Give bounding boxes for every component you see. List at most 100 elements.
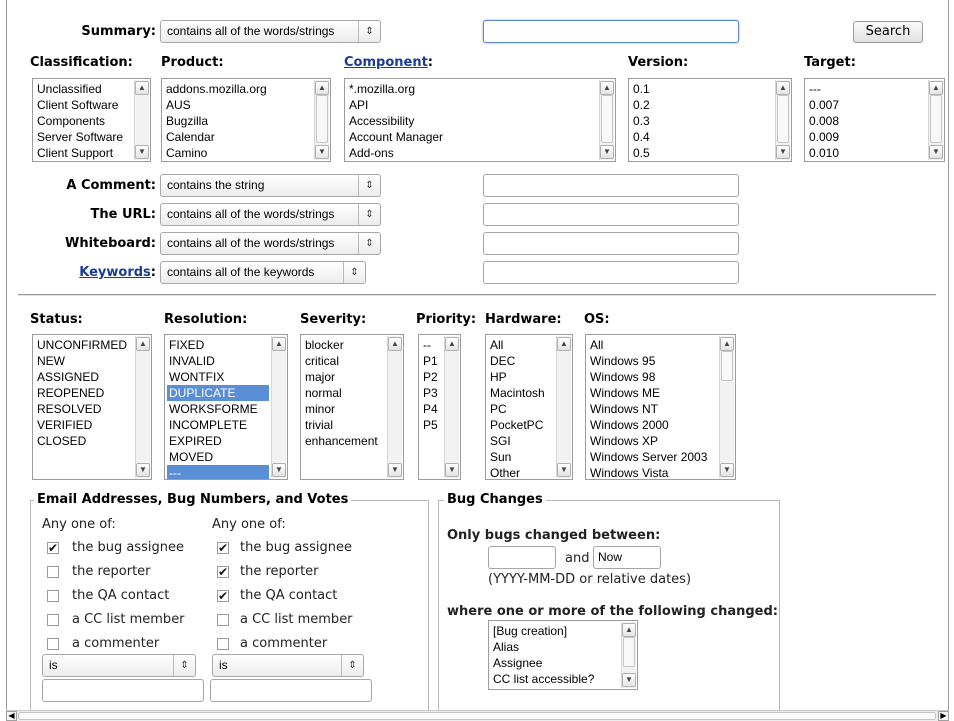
scroll-down-icon[interactable]: ▼ — [557, 463, 571, 477]
listbox-option[interactable]: --- — [167, 465, 269, 479]
scroll-thumb[interactable] — [623, 637, 635, 667]
listbox-scrollbar[interactable]: ▲ ▼ — [135, 336, 150, 478]
changed-to-input[interactable]: Now — [593, 546, 661, 569]
classification-listbox[interactable]: Unclassified Client Software Components Ser… — [32, 78, 151, 162]
checkbox[interactable]: ✔ — [47, 542, 59, 554]
listbox-option[interactable]: Alias — [491, 639, 619, 655]
scroll-down-icon[interactable]: ▼ — [600, 145, 614, 159]
listbox-option[interactable]: Windows XP — [588, 433, 717, 449]
scroll-up-icon[interactable]: ▲ — [136, 337, 150, 351]
scroll-up-icon[interactable]: ▲ — [776, 81, 790, 95]
listbox-option[interactable]: SGI — [488, 433, 554, 449]
scroll-thumb[interactable] — [777, 95, 789, 143]
listbox-option[interactable]: 0.008 — [807, 113, 926, 129]
checkbox[interactable]: ✔ — [217, 590, 229, 602]
listbox-option[interactable]: MOVED — [167, 449, 269, 465]
comment-operator-select[interactable]: contains the string ⇕ — [160, 174, 381, 197]
listbox-option[interactable]: Windows 95 — [588, 353, 717, 369]
listbox-option[interactable]: Components — [35, 113, 132, 129]
version-listbox[interactable]: 0.1 0.2 0.3 0.4 0.5 ▲ ▼ — [628, 78, 792, 162]
listbox-option[interactable]: normal — [303, 385, 385, 401]
scroll-down-icon[interactable]: ▼ — [388, 463, 402, 477]
listbox-option[interactable]: All — [588, 337, 717, 353]
listbox-scrollbar[interactable]: ▲ ▼ — [271, 336, 286, 478]
changed-from-input[interactable] — [488, 546, 556, 569]
listbox-option[interactable]: WONTFIX — [167, 369, 269, 385]
keywords-input[interactable] — [483, 261, 739, 284]
listbox-option[interactable]: Calendar — [164, 129, 312, 145]
summary-input[interactable] — [483, 20, 739, 43]
listbox-scrollbar[interactable]: ▲ ▼ — [621, 622, 636, 688]
scroll-up-icon[interactable]: ▲ — [557, 337, 571, 351]
scroll-down-icon[interactable]: ▼ — [136, 463, 150, 477]
checkbox[interactable]: ✔ — [217, 542, 229, 554]
listbox-scrollbar[interactable]: ▲ ▼ — [719, 336, 734, 478]
listbox-scrollbar[interactable]: ▲ ▼ — [387, 336, 402, 478]
listbox-option[interactable]: Windows ME — [588, 385, 717, 401]
listbox-option[interactable]: Assignee — [491, 655, 619, 671]
listbox-option[interactable]: 0.009 — [807, 129, 926, 145]
checkbox-label[interactable]: a commenter — [72, 636, 159, 651]
listbox-option[interactable]: Client Software — [35, 97, 132, 113]
scroll-down-icon[interactable]: ▼ — [272, 463, 286, 477]
listbox-option[interactable]: WORKSFORME — [167, 401, 269, 417]
url-input[interactable] — [483, 203, 739, 226]
checkbox[interactable] — [47, 566, 59, 578]
listbox-option[interactable]: Windows NT — [588, 401, 717, 417]
scroll-up-icon[interactable]: ▲ — [388, 337, 402, 351]
listbox-scrollbar[interactable]: ▲ ▼ — [599, 80, 614, 160]
listbox-option[interactable]: Macintosh — [488, 385, 554, 401]
listbox-option[interactable]: [Bug creation] — [491, 623, 619, 639]
listbox-scrollbar[interactable]: ▲ ▼ — [556, 336, 571, 478]
scroll-up-icon[interactable]: ▲ — [315, 81, 329, 95]
listbox-option[interactable]: Accessibility — [347, 113, 597, 129]
listbox-option[interactable]: trivial — [303, 417, 385, 433]
checkbox-label[interactable]: a commenter — [240, 636, 327, 651]
checkbox-label[interactable]: the QA contact — [240, 588, 337, 603]
scroll-up-icon[interactable]: ▲ — [445, 337, 459, 351]
listbox-option[interactable]: Client Support — [35, 145, 132, 161]
listbox-scrollbar[interactable]: ▲ ▼ — [775, 80, 790, 160]
checkbox-label[interactable]: the QA contact — [72, 588, 169, 603]
listbox-option[interactable]: Unclassified — [35, 81, 132, 97]
checkbox-label[interactable]: the reporter — [72, 564, 151, 579]
scroll-up-icon[interactable]: ▲ — [622, 623, 636, 637]
listbox-option[interactable]: Camino — [164, 145, 312, 161]
scroll-right-icon[interactable]: ▶ — [938, 711, 949, 721]
scroll-up-icon[interactable]: ▲ — [135, 81, 149, 95]
summary-operator-select[interactable]: contains all of the words/strings ⇕ — [160, 20, 381, 43]
scroll-up-icon[interactable]: ▲ — [720, 337, 734, 351]
checkbox-label[interactable]: the bug assignee — [72, 540, 184, 555]
checkbox-label[interactable]: a CC list member — [72, 612, 185, 627]
listbox-option[interactable]: NEW — [35, 353, 133, 369]
checkbox-label[interactable]: the reporter — [240, 564, 319, 579]
scroll-left-icon[interactable]: ◀ — [6, 711, 17, 721]
comment-input[interactable] — [483, 174, 739, 197]
listbox-option[interactable]: -- — [421, 337, 442, 353]
component-link[interactable]: Component — [344, 55, 428, 70]
hardware-listbox[interactable]: All DEC HP Macintosh PC PocketPC SGI Sun Other ▲ ▼ — [485, 334, 573, 480]
listbox-scrollbar[interactable]: ▲ ▼ — [314, 80, 329, 160]
listbox-option[interactable]: Windows Vista — [588, 465, 717, 479]
listbox-option[interactable]: critical — [303, 353, 385, 369]
status-listbox[interactable]: UNCONFIRMED NEW ASSIGNED REOPENED RESOLVED VE… — [32, 334, 152, 480]
listbox-option[interactable]: VERIFIED — [35, 417, 133, 433]
listbox-option[interactable]: Account Manager — [347, 129, 597, 145]
listbox-option[interactable]: minor — [303, 401, 385, 417]
scroll-down-icon[interactable]: ▼ — [315, 145, 329, 159]
listbox-option[interactable]: CLOSED — [35, 433, 133, 449]
listbox-option[interactable]: ASSIGNED — [35, 369, 133, 385]
listbox-option[interactable]: Other — [488, 465, 554, 479]
listbox-option[interactable]: PC — [488, 401, 554, 417]
scroll-thumb[interactable] — [601, 95, 613, 143]
keywords-link[interactable]: Keywords — [79, 265, 151, 280]
listbox-option[interactable]: FIXED — [167, 337, 269, 353]
listbox-option[interactable]: 0.3 — [631, 113, 773, 129]
listbox-option[interactable]: addons.mozilla.org — [164, 81, 312, 97]
email-col2-operator-select[interactable]: is ⇕ — [212, 654, 364, 677]
scroll-up-icon[interactable]: ▲ — [600, 81, 614, 95]
scroll-down-icon[interactable]: ▼ — [135, 145, 149, 159]
scroll-down-icon[interactable]: ▼ — [929, 145, 943, 159]
scroll-down-icon[interactable]: ▼ — [445, 463, 459, 477]
email-col1-input[interactable] — [42, 679, 204, 702]
